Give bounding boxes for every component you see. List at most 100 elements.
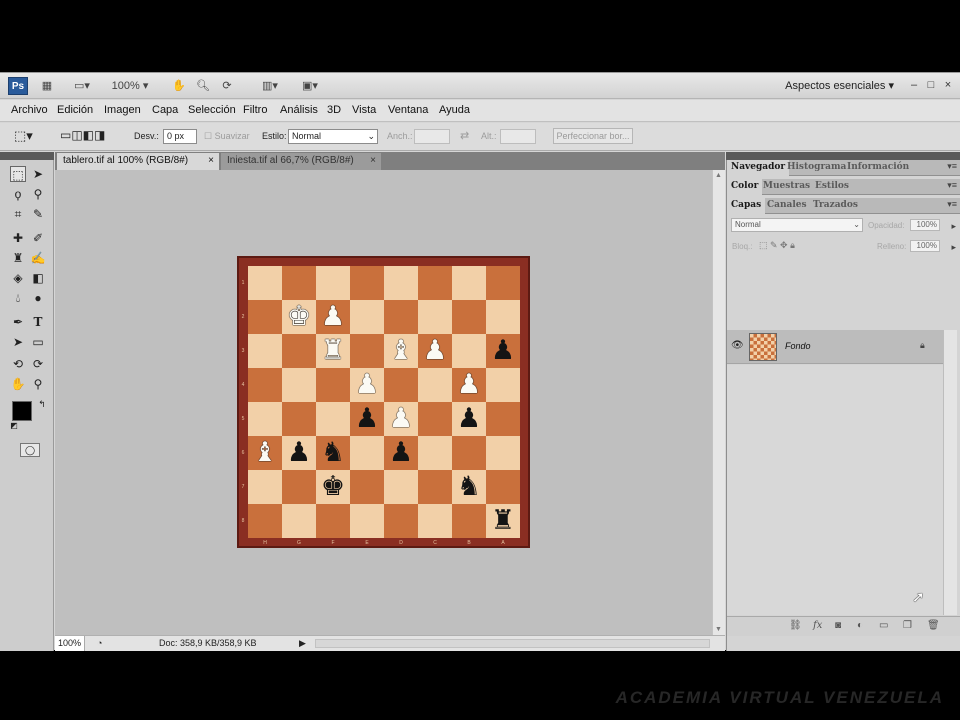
feather-input[interactable]: 0 px [163, 129, 197, 144]
chess-piece-white: ♟ [320, 301, 346, 332]
layer-mask-icon[interactable]: ◙ [835, 620, 841, 631]
layer-name[interactable]: Fondo [785, 341, 811, 351]
status-menu-arrow-icon[interactable]: ▶ [299, 638, 306, 649]
close-icon[interactable]: × [941, 78, 955, 92]
selection-mode-icons[interactable]: ▭◫◧◨ [60, 128, 105, 142]
refine-edge-button[interactable]: Perfeccionar bor... [553, 128, 633, 144]
close-tab-icon[interactable]: × [208, 153, 214, 169]
new-group-icon[interactable]: ▭ [879, 620, 888, 631]
fill-input[interactable]: 100% [910, 240, 940, 252]
style-select[interactable]: Normal ⌄ [288, 129, 378, 144]
chess-piece-white: ♝ [252, 437, 278, 468]
arrange-documents-icon[interactable]: ▥▾ [256, 78, 284, 94]
view-extras-icon[interactable]: ▭▾ [68, 78, 96, 94]
tab-capas[interactable]: Capas [727, 198, 766, 214]
blur-icon[interactable]: 💧︎ [10, 290, 26, 306]
path-selection-icon[interactable]: ➤ [10, 334, 26, 350]
menu-edicion[interactable]: Edición [57, 104, 93, 116]
hand-tool-icon[interactable]: ✋ [10, 376, 26, 392]
eraser-icon[interactable]: ◈ [10, 270, 26, 286]
height-input[interactable] [500, 129, 536, 144]
bridge-icon[interactable]: ▦ [38, 78, 56, 94]
vertical-scrollbar[interactable]: ▲ ▼ [712, 170, 725, 635]
tab-histograma[interactable]: Histograma [783, 160, 850, 176]
hand-icon[interactable]: ✋ [170, 78, 188, 94]
tab-canales[interactable]: Canales [763, 198, 811, 214]
brush-icon[interactable]: ✐ [30, 230, 46, 246]
swap-icon[interactable]: ⇄ [460, 129, 469, 142]
status-icon[interactable]: ◔ [97, 638, 102, 648]
quick-mask-icon[interactable]: ◯ [20, 443, 40, 457]
tab-iniesta[interactable]: Iniesta.tif al 66,7% (RGB/8#) × [221, 153, 381, 170]
lock-icons[interactable]: ⬚ ✎ ✥ 🔒︎ [759, 240, 795, 251]
default-colors-icon[interactable]: ◩ [6, 418, 22, 434]
opacity-input[interactable]: 100% [910, 219, 940, 231]
gradient-icon[interactable]: ◧ [30, 270, 46, 286]
menu-filtro[interactable]: Filtro [243, 104, 267, 116]
panel-menu-icon[interactable]: ▾≡ [947, 161, 957, 172]
marquee-tool-preset-icon[interactable]: ⬚▾ [14, 128, 33, 144]
opacity-arrow-icon[interactable]: ▸ [951, 221, 956, 232]
zoom-level-select[interactable]: 100% ▾ [108, 78, 152, 94]
magic-wand-icon[interactable]: ⚲ [30, 186, 46, 202]
tab-navegador[interactable]: Navegador [727, 160, 790, 176]
tab-trazados[interactable]: Trazados [809, 198, 862, 214]
crop-icon[interactable]: ⌗ [10, 206, 26, 222]
fill-arrow-icon[interactable]: ▸ [951, 242, 956, 253]
close-tab-icon[interactable]: × [370, 153, 376, 169]
shape-icon[interactable]: ▭ [30, 334, 46, 350]
menu-3d[interactable]: 3D [327, 104, 341, 116]
status-zoom[interactable]: 100% [55, 636, 85, 651]
zoom-tool-icon[interactable]: ⚲ [30, 376, 46, 392]
rotate-view-icon[interactable]: ⟳ [218, 78, 236, 94]
layers-scrollbar[interactable] [943, 330, 957, 615]
layer-style-icon[interactable]: fx [813, 620, 822, 631]
tab-tablero[interactable]: tablero.tif al 100% (RGB/8#) × [57, 153, 219, 170]
3d-orbit-icon[interactable]: ⟳ [30, 356, 46, 372]
pen-icon[interactable]: ✒ [10, 314, 26, 330]
tab-estilos[interactable]: Estilos [811, 179, 853, 195]
swap-colors-icon[interactable]: ↰ [34, 396, 50, 412]
lasso-icon[interactable]: ϙ [10, 186, 26, 202]
blend-mode-select[interactable]: Normal ⌄ [731, 218, 863, 232]
3d-rotate-icon[interactable]: ⟲ [10, 356, 26, 372]
status-bar: 100% ◔ Doc: 358,9 KB/358,9 KB ▶ [55, 635, 725, 651]
menu-analisis[interactable]: Análisis [280, 104, 318, 116]
screen-mode-icon[interactable]: ▣▾ [296, 78, 324, 94]
zoom-icon[interactable]: 🔍︎ [194, 78, 212, 94]
link-layers-icon[interactable]: ⛓ [789, 620, 802, 631]
menu-ventana[interactable]: Ventana [388, 104, 428, 116]
type-icon[interactable]: T [30, 314, 46, 330]
eye-icon[interactable]: 👁︎ [731, 340, 744, 351]
tab-color[interactable]: Color [727, 179, 763, 195]
menu-ayuda[interactable]: Ayuda [439, 104, 470, 116]
horizontal-scrollbar[interactable] [315, 639, 710, 648]
width-input[interactable] [414, 129, 450, 144]
panel-menu-icon[interactable]: ▾≡ [947, 199, 957, 210]
minimize-icon[interactable]: – [907, 78, 921, 92]
board-square [418, 436, 452, 470]
workspace-switcher[interactable]: Aspectos esenciales ▾ [785, 79, 894, 92]
menu-seleccion[interactable]: Selección [188, 104, 236, 116]
photoshop-window: Ps ▦ ▭▾ 100% ▾ ✋ 🔍︎ ⟳ ▥▾ ▣▾ Aspectos ese… [0, 72, 960, 651]
menu-vista[interactable]: Vista [352, 104, 376, 116]
move-icon[interactable]: ➤ [30, 166, 46, 182]
menu-imagen[interactable]: Imagen [104, 104, 141, 116]
tab-muestras[interactable]: Muestras [759, 179, 814, 195]
history-brush-icon[interactable]: ✍ [30, 250, 46, 266]
rectangular-marquee-icon[interactable]: ⬚ [10, 166, 26, 182]
dodge-icon[interactable]: ● [30, 290, 46, 306]
clone-stamp-icon[interactable]: ♜ [10, 250, 26, 266]
menu-archivo[interactable]: Archivo [11, 104, 48, 116]
tab-informacion[interactable]: Información [843, 160, 913, 176]
menu-capa[interactable]: Capa [152, 104, 178, 116]
healing-brush-icon[interactable]: ✚ [10, 230, 26, 246]
new-layer-icon[interactable]: ❐ [903, 620, 912, 631]
adjustment-layer-icon[interactable]: ◐ [857, 620, 863, 631]
delete-layer-icon[interactable]: 🗑︎ [927, 620, 940, 631]
maximize-icon[interactable]: □ [924, 78, 938, 92]
layer-row-fondo[interactable]: 👁︎ Fondo 🔒︎ [727, 330, 943, 364]
antialias-checkbox[interactable]: ☐ Suavizar [204, 131, 250, 142]
panel-menu-icon[interactable]: ▾≡ [947, 180, 957, 191]
eyedropper-icon[interactable]: ✎ [30, 206, 46, 222]
